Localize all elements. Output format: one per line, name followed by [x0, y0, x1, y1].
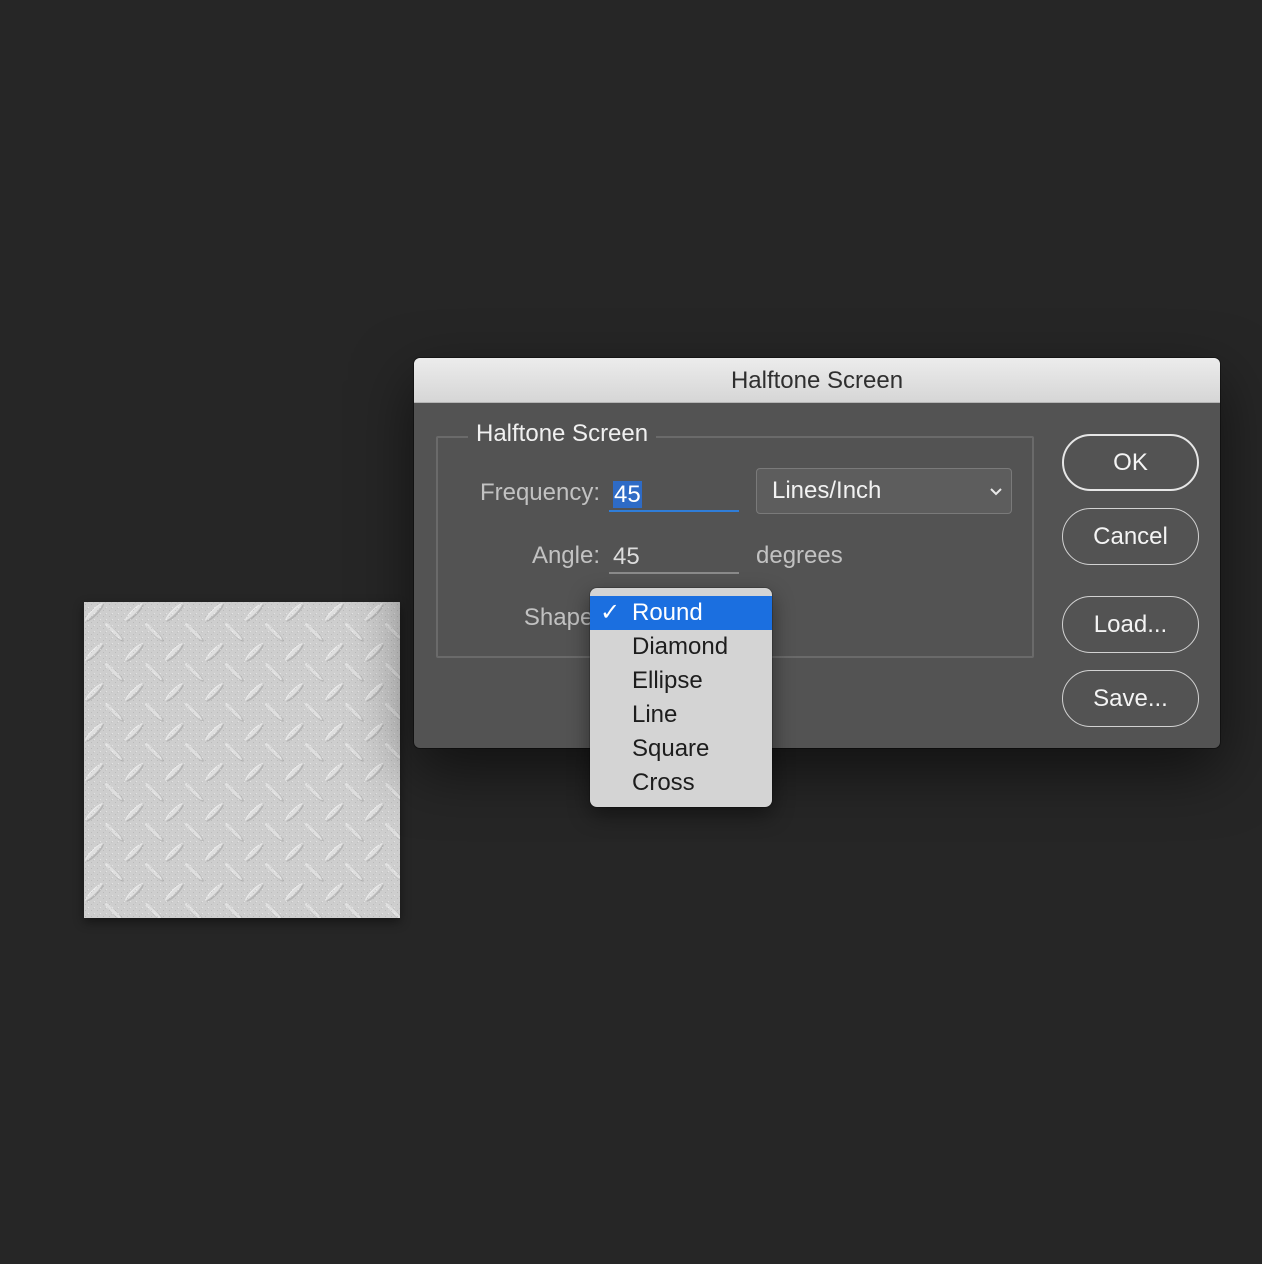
menu-item-label: Round: [632, 599, 703, 626]
chevron-down-icon: [989, 469, 1003, 513]
cancel-button[interactable]: Cancel: [1062, 508, 1199, 565]
angle-label: Angle:: [531, 542, 600, 569]
halftone-screen-dialog: Halftone Screen Halftone Screen Frequenc…: [414, 358, 1220, 748]
ok-button[interactable]: OK: [1062, 434, 1199, 491]
menu-item-label: Diamond: [632, 633, 729, 660]
checkmark-icon: ✓: [600, 599, 621, 626]
frequency-unit-value: Lines/Inch: [772, 477, 882, 504]
menu-item-square[interactable]: Square: [590, 732, 772, 766]
menu-item-ellipse[interactable]: Ellipse: [590, 664, 772, 698]
frequency-value: 45: [613, 481, 642, 508]
shape-popup-menu: ✓ Round Diamond Ellipse Line Square Cros…: [590, 588, 772, 807]
diamond-plate-texture-image: [84, 602, 400, 918]
shape-label: Shape:: [523, 604, 600, 631]
group-title: Halftone Screen: [468, 416, 657, 452]
menu-item-round[interactable]: ✓ Round: [590, 596, 772, 630]
menu-item-label: Ellipse: [632, 667, 703, 694]
frequency-input[interactable]: 45: [609, 476, 739, 512]
angle-input[interactable]: 45: [609, 538, 739, 574]
save-button[interactable]: Save...: [1062, 670, 1199, 727]
menu-item-label: Line: [632, 701, 678, 728]
menu-item-label: Square: [632, 735, 710, 762]
menu-item-diamond[interactable]: Diamond: [590, 630, 772, 664]
angle-unit: degrees: [756, 542, 843, 569]
angle-value: 45: [613, 543, 640, 570]
menu-item-line[interactable]: Line: [590, 698, 772, 732]
menu-item-cross[interactable]: Cross: [590, 766, 772, 800]
dialog-title: Halftone Screen: [414, 358, 1220, 403]
frequency-unit-select[interactable]: Lines/Inch: [756, 468, 1012, 514]
frequency-label: Frequency:: [479, 479, 600, 506]
menu-item-label: Cross: [632, 769, 695, 796]
load-button[interactable]: Load...: [1062, 596, 1199, 653]
